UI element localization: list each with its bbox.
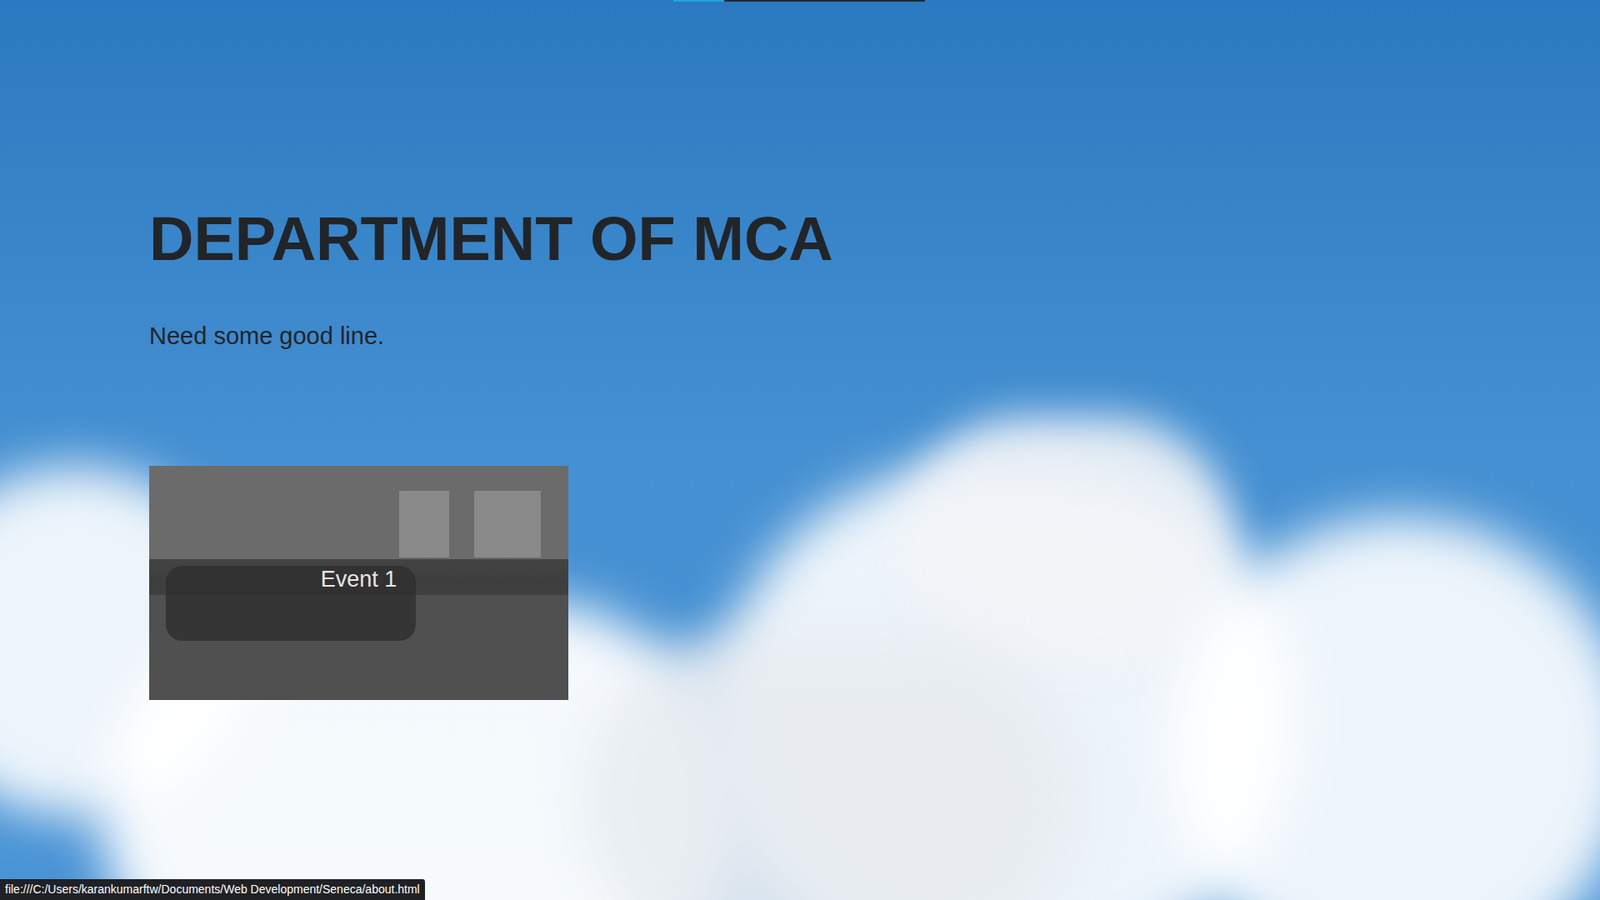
- slide-caption: Event 1: [149, 565, 569, 593]
- hero-title: DEPARTMENT OF MCA: [149, 205, 834, 273]
- nav-underline: [673, 0, 925, 2]
- page: DEPARTMENT OF MCA Need some good line. E…: [0, 0, 1600, 900]
- status-bar: file:///C:/Users/karankumarftw/Documents…: [0, 879, 425, 900]
- hero: DEPARTMENT OF MCA Need some good line. E…: [0, 0, 1600, 700]
- sky-background: [0, 0, 1600, 900]
- hero-subtitle: Need some good line.: [149, 320, 385, 353]
- carousel[interactable]: Event 1: [149, 465, 569, 700]
- carousel-slide[interactable]: Event 1: [149, 465, 569, 700]
